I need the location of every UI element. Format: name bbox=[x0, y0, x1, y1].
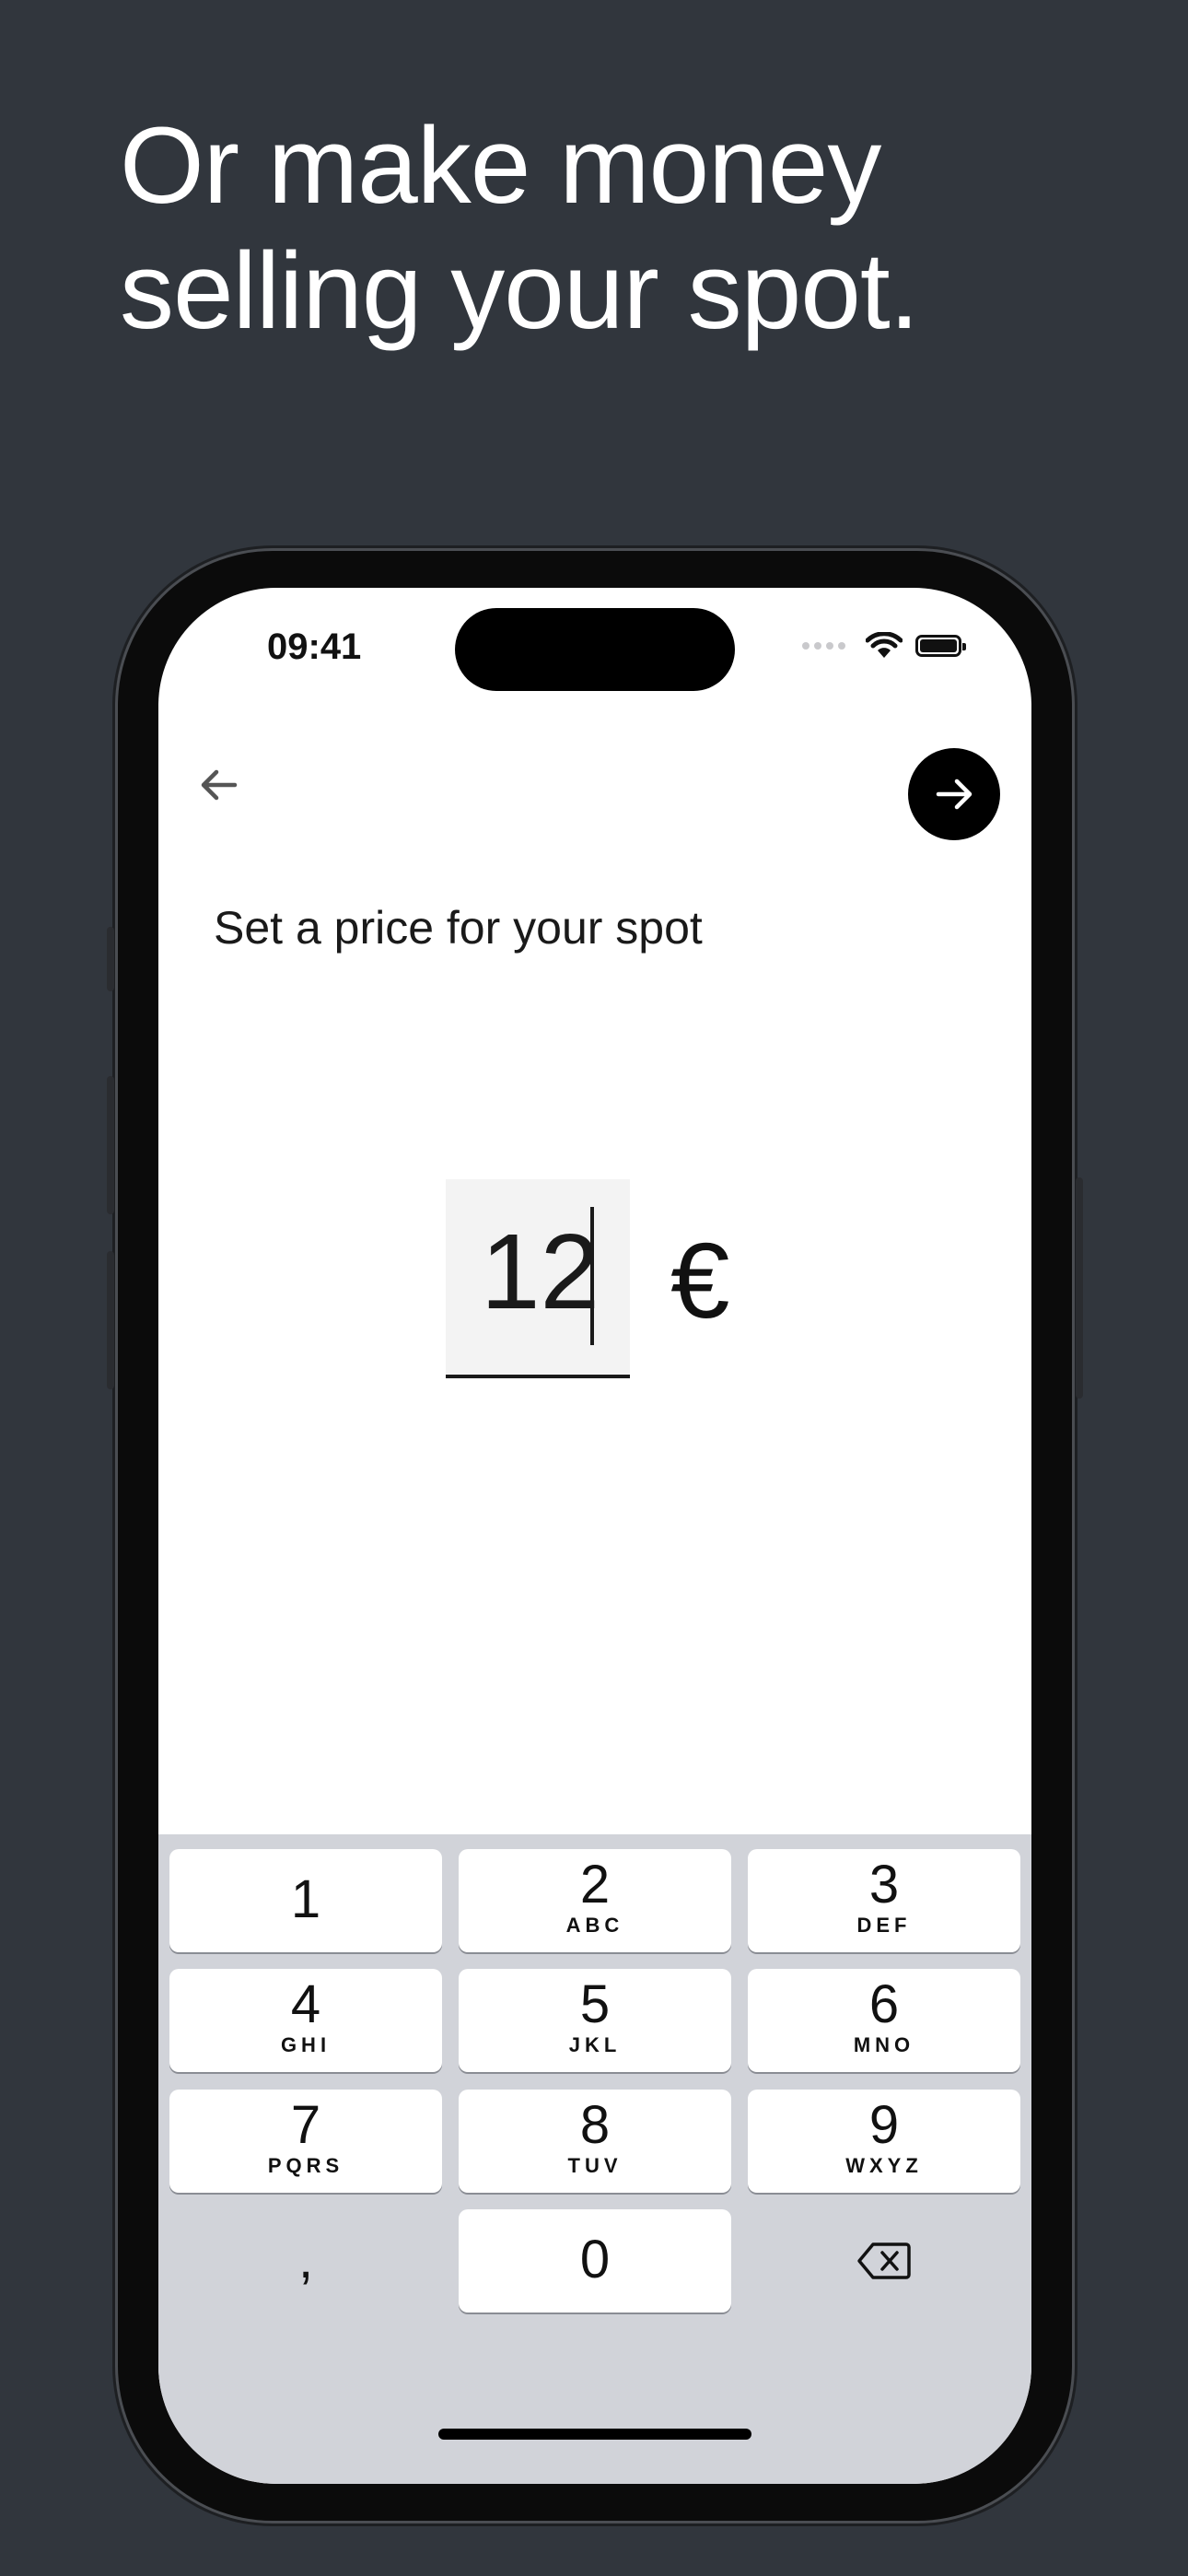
delete-key[interactable] bbox=[748, 2209, 1020, 2313]
volume-down-button bbox=[107, 1251, 114, 1389]
cellular-signal-icon bbox=[802, 642, 845, 650]
status-time: 09:41 bbox=[267, 626, 362, 667]
key-digit: 4 bbox=[290, 1974, 321, 2034]
key-letters: JKL bbox=[568, 2033, 622, 2056]
numeric-keypad: 1 2 ABC 3 DEF 4 GHI 5 JKL 6 MNO 7 PQRS 8… bbox=[158, 1834, 1031, 2484]
phone-screen: 09:41 Set a price for your spot 12 € 1 2… bbox=[158, 588, 1031, 2484]
headline: Or make money selling your spot. bbox=[120, 103, 1133, 354]
battery-icon bbox=[915, 635, 966, 657]
next-button[interactable] bbox=[908, 748, 1000, 840]
key-digit: 2 bbox=[579, 1855, 611, 1914]
arrow-left-icon bbox=[201, 769, 238, 801]
arrow-right-icon bbox=[936, 779, 973, 810]
home-indicator[interactable] bbox=[438, 2429, 751, 2440]
key-7[interactable]: 7 PQRS bbox=[169, 2090, 442, 2193]
key-letters: DEF bbox=[856, 1914, 912, 1937]
key-letters: MNO bbox=[853, 2033, 915, 2056]
key-digit: 5 bbox=[579, 1974, 611, 2034]
key-letters: WXYZ bbox=[845, 2154, 923, 2177]
price-input[interactable]: 12 bbox=[446, 1179, 630, 1378]
headline-line-1: Or make money bbox=[120, 105, 881, 227]
key-letters: PQRS bbox=[267, 2154, 344, 2177]
power-button bbox=[1076, 1177, 1083, 1399]
currency-symbol: € bbox=[670, 1221, 730, 1341]
phone-frame: 09:41 Set a price for your spot 12 € 1 2… bbox=[107, 551, 1083, 2521]
volume-up-button bbox=[107, 1076, 114, 1214]
key-3[interactable]: 3 DEF bbox=[748, 1849, 1020, 1952]
key-2[interactable]: 2 ABC bbox=[459, 1849, 731, 1952]
key-1[interactable]: 1 bbox=[169, 1849, 442, 1952]
key-letters: GHI bbox=[280, 2033, 332, 2056]
text-cursor bbox=[590, 1207, 594, 1345]
key-9[interactable]: 9 WXYZ bbox=[748, 2090, 1020, 2193]
key-letters: TUV bbox=[567, 2154, 623, 2177]
key-5[interactable]: 5 JKL bbox=[459, 1969, 731, 2072]
backspace-icon bbox=[857, 2242, 911, 2279]
wifi-icon bbox=[866, 632, 903, 658]
key-digit: 9 bbox=[868, 2095, 900, 2155]
key-0[interactable]: 0 bbox=[459, 2209, 731, 2313]
price-value: 12 bbox=[481, 1212, 600, 1331]
key-4[interactable]: 4 GHI bbox=[169, 1969, 442, 2072]
action-button bbox=[107, 927, 114, 991]
key-letters: ABC bbox=[565, 1914, 624, 1937]
key-digit: 1 bbox=[290, 1869, 321, 1929]
key-8[interactable]: 8 TUV bbox=[459, 2090, 731, 2193]
status-indicators bbox=[802, 632, 966, 660]
dynamic-island bbox=[455, 608, 735, 691]
key-digit: 0 bbox=[579, 2230, 611, 2289]
key-digit: 8 bbox=[579, 2095, 611, 2155]
key-digit: 6 bbox=[868, 1974, 900, 2034]
key-6[interactable]: 6 MNO bbox=[748, 1969, 1020, 2072]
key-comma[interactable]: , bbox=[169, 2209, 442, 2313]
back-button[interactable] bbox=[186, 752, 252, 818]
key-digit: , bbox=[297, 2230, 314, 2289]
page-title: Set a price for your spot bbox=[214, 902, 703, 954]
headline-line-2: selling your spot. bbox=[120, 230, 919, 352]
key-digit: 3 bbox=[868, 1855, 900, 1914]
key-digit: 7 bbox=[290, 2095, 321, 2155]
